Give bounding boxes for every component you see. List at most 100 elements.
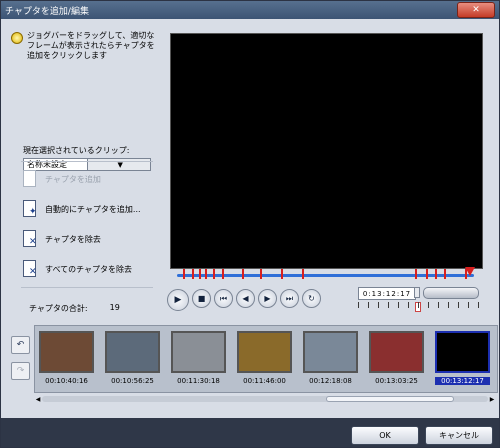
current-clip-label: 現在選択されているクリップ: <box>23 146 130 155</box>
timeline-playhead[interactable] <box>464 267 475 276</box>
video-preview <box>170 33 483 269</box>
chapter-clip[interactable]: 00:13:12:17 <box>435 331 490 385</box>
remove-chapter-button[interactable]: ✕ チャプタを除去 <box>21 229 101 249</box>
chapter-timecode: 00:11:30:18 <box>177 377 220 385</box>
chapter-mark[interactable] <box>242 269 245 279</box>
chapter-thumbnail <box>369 331 424 373</box>
add-edit-chapter-dialog: チャプタを追加/編集 ✕ ジョグバーをドラッグして、適切なフレームが表示されたら… <box>0 0 500 448</box>
chapter-mark[interactable] <box>444 269 447 279</box>
go-to-start-button[interactable]: ⏮ <box>214 289 233 308</box>
loop-button[interactable]: ↻ <box>302 289 321 308</box>
chapter-mark[interactable] <box>212 269 215 279</box>
chapter-mark[interactable] <box>280 269 283 279</box>
scale-tick <box>388 302 389 308</box>
chapter-timecode: 00:12:18:08 <box>309 377 352 385</box>
next-frame-button[interactable]: ▶ <box>258 289 277 308</box>
remove-chapter-icon: ✕ <box>21 229 39 249</box>
lightbulb-icon <box>11 32 23 44</box>
chapter-timecode: 00:13:03:25 <box>375 377 418 385</box>
hint: ジョグバーをドラッグして、適切なフレームが表示されたらチャプタを追加をクリックし… <box>11 31 159 61</box>
chapter-clip[interactable]: 00:10:40:16 <box>39 331 94 385</box>
chapter-thumbnail <box>303 331 358 373</box>
remove-all-chapters-icon: ✕ <box>21 259 39 279</box>
window-title: チャプタを追加/編集 <box>5 6 89 17</box>
scale-tick <box>398 302 399 308</box>
chapter-mark[interactable] <box>191 269 194 279</box>
remove-all-chapters-button[interactable]: ✕ すべてのチャプタを除去 <box>21 259 132 279</box>
chapter-mark[interactable] <box>205 269 208 279</box>
scale-tick <box>478 302 479 308</box>
divider <box>21 161 153 162</box>
chapter-clip[interactable]: 00:13:03:25 <box>369 331 424 385</box>
auto-add-chapter-icon: ✦ <box>21 199 39 219</box>
close-button[interactable]: ✕ <box>457 2 495 18</box>
auto-add-chapter-button[interactable]: ✦ 自動的にチャプタを追加... <box>21 199 141 219</box>
horizontal-scrollbar[interactable]: ◀ ▶ <box>34 394 496 404</box>
chapter-timecode: 00:10:56:25 <box>111 377 154 385</box>
timecode-spinner[interactable] <box>414 287 420 298</box>
play-button[interactable]: ▶ <box>167 289 189 311</box>
scale-tick <box>458 302 459 308</box>
title-bar: チャプタを追加/編集 ✕ <box>1 1 499 19</box>
chapter-thumbnail <box>39 331 94 373</box>
scale-tick <box>418 302 419 308</box>
go-to-end-button[interactable]: ⏭ <box>280 289 299 308</box>
auto-add-chapter-label: 自動的にチャプタを追加... <box>45 204 141 214</box>
scroll-track[interactable] <box>42 396 488 402</box>
scroll-right-icon[interactable]: ▶ <box>488 396 496 403</box>
chapter-timecode: 00:11:46:00 <box>243 377 286 385</box>
scale-tick <box>428 302 429 308</box>
add-chapter-icon <box>21 169 39 189</box>
redo-button[interactable]: ↷ <box>11 362 30 380</box>
jog-bar[interactable] <box>423 287 479 299</box>
scale-tick <box>378 302 379 308</box>
chapter-timeline[interactable] <box>177 267 475 283</box>
scale-tick <box>368 302 369 308</box>
chapter-mark[interactable] <box>414 269 417 279</box>
chapter-thumbnail-strip: 00:10:40:16 00:10:56:25 00:11:30:18 00:11:4… <box>34 325 498 393</box>
chapter-thumbnail <box>435 331 490 373</box>
chapter-clip[interactable]: 00:12:18:08 <box>303 331 358 385</box>
add-chapter-button[interactable]: チャプタを追加 <box>21 169 101 189</box>
cancel-button[interactable]: キャンセル <box>425 426 493 445</box>
add-chapter-label: チャプタを追加 <box>45 174 101 184</box>
chapter-clip[interactable]: 00:11:46:00 <box>237 331 292 385</box>
chapter-mark[interactable] <box>426 269 429 279</box>
chapter-thumbnail <box>105 331 160 373</box>
stop-button[interactable]: ■ <box>192 289 211 308</box>
chapter-mark[interactable] <box>301 269 304 279</box>
chapter-mark[interactable] <box>260 269 263 279</box>
chapter-timecode: 00:13:12:17 <box>435 377 490 385</box>
scroll-thumb[interactable] <box>326 396 454 402</box>
chapter-mark[interactable] <box>221 269 224 279</box>
chapter-count-label: チャプタの合計: <box>29 304 88 313</box>
remove-all-chapters-label: すべてのチャプタを除去 <box>45 264 133 274</box>
chapter-clip[interactable]: 00:11:30:18 <box>171 331 226 385</box>
divider <box>21 287 153 288</box>
chapter-thumbnail <box>171 331 226 373</box>
ok-button[interactable]: OK <box>351 426 419 445</box>
chapter-count-value: 19 <box>109 303 120 312</box>
chapter-mark[interactable] <box>199 269 202 279</box>
jog-scale <box>358 302 479 314</box>
undo-button[interactable]: ↶ <box>11 336 30 354</box>
hint-text: ジョグバーをドラッグして、適切なフレームが表示されたらチャプタを追加をクリックし… <box>27 31 155 60</box>
scroll-left-icon[interactable]: ◀ <box>34 396 42 403</box>
chapter-count: チャプタの合計: 19 <box>29 303 120 314</box>
left-panel: ジョグバーをドラッグして、適切なフレームが表示されたらチャプタを追加をクリックし… <box>7 25 161 325</box>
remove-chapter-label: チャプタを除去 <box>45 234 101 244</box>
previous-frame-button[interactable]: ◀ <box>236 289 255 308</box>
chapter-thumbnail <box>237 331 292 373</box>
scale-tick <box>438 302 439 308</box>
chapter-clip[interactable]: 00:10:56:25 <box>105 331 160 385</box>
chapter-mark[interactable] <box>435 269 438 279</box>
scale-tick <box>468 302 469 308</box>
chapter-list: 00:10:40:16 00:10:56:25 00:11:30:18 00:11:4… <box>39 331 490 385</box>
scale-tick <box>408 302 409 308</box>
scale-tick <box>358 302 359 308</box>
chapter-mark[interactable] <box>182 269 185 279</box>
playback-controls: ▶ ■ ⏮ ◀ ▶ ⏭ ↻ <box>167 289 321 311</box>
chapter-timecode: 00:10:40:16 <box>45 377 88 385</box>
scale-tick <box>448 302 449 308</box>
timecode-field[interactable]: 0:13:12:17 <box>358 287 416 300</box>
